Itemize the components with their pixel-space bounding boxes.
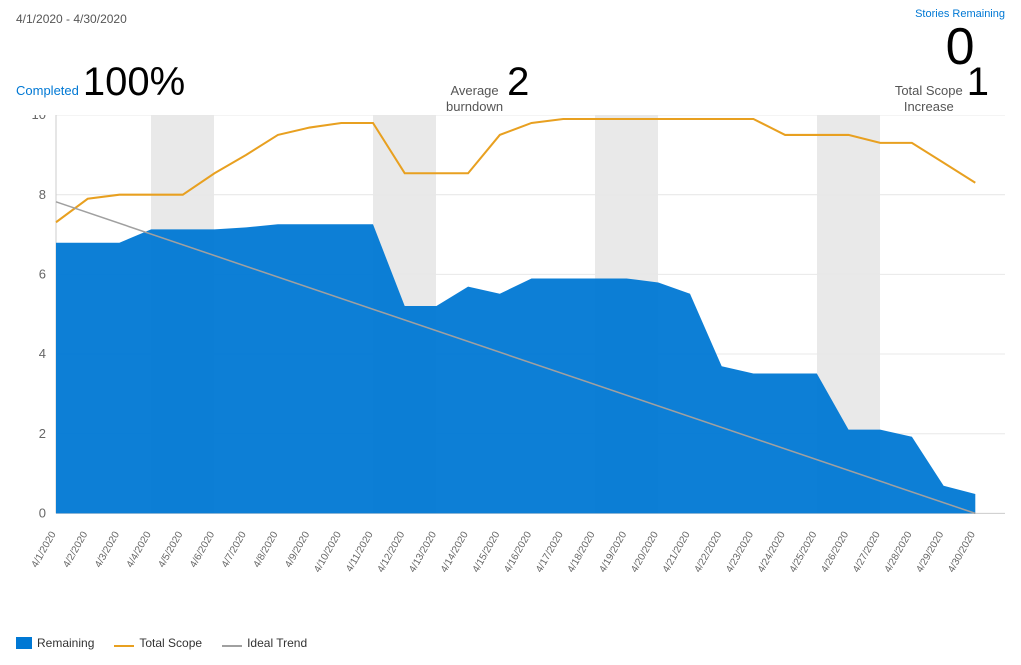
svg-text:4/29/2020: 4/29/2020	[915, 529, 947, 574]
scope-label: Total ScopeIncrease	[895, 83, 963, 114]
svg-text:4/1/2020: 4/1/2020	[30, 529, 59, 569]
svg-text:4/6/2020: 4/6/2020	[188, 529, 217, 569]
svg-text:4/14/2020: 4/14/2020	[439, 529, 471, 574]
svg-text:4/4/2020: 4/4/2020	[125, 529, 154, 569]
total-scope-legend-label: Total Scope	[139, 636, 202, 650]
svg-text:4/11/2020: 4/11/2020	[344, 529, 375, 574]
main-container: 4/1/2020 - 4/30/2020 Stories Remaining 0…	[0, 0, 1021, 665]
svg-text:4/12/2020: 4/12/2020	[376, 529, 408, 574]
scope-value: 1	[967, 60, 989, 105]
svg-text:4/16/2020: 4/16/2020	[502, 529, 534, 574]
svg-text:4/30/2020: 4/30/2020	[946, 529, 978, 574]
y-label-6: 6	[39, 266, 46, 281]
svg-text:4/19/2020: 4/19/2020	[598, 529, 630, 574]
svg-text:4/22/2020: 4/22/2020	[693, 529, 725, 574]
avg-value: 2	[507, 60, 529, 105]
svg-text:4/27/2020: 4/27/2020	[851, 529, 883, 574]
burndown-chart: 0 2 4 6 8 10 4/1/2020 4/2/202	[16, 115, 1005, 590]
svg-text:4/9/2020: 4/9/2020	[283, 529, 312, 569]
ideal-trend-legend-label: Ideal Trend	[247, 636, 307, 650]
total-scope-color-swatch	[114, 645, 134, 647]
svg-text:4/28/2020: 4/28/2020	[883, 529, 915, 574]
svg-text:4/5/2020: 4/5/2020	[157, 529, 186, 569]
metric-completed: Completed 100%	[16, 60, 185, 105]
metric-avg-burndown: Averageburndown 2	[446, 60, 529, 114]
svg-text:4/15/2020: 4/15/2020	[471, 529, 503, 574]
y-label-8: 8	[39, 187, 46, 202]
legend-total-scope: Total Scope	[114, 636, 202, 650]
metric-total-scope: Total ScopeIncrease 1	[895, 60, 989, 114]
svg-text:4/20/2020: 4/20/2020	[629, 529, 661, 574]
y-label-10: 10	[32, 115, 46, 122]
x-axis-labels: 4/1/2020 4/2/2020 4/3/2020 4/4/2020 4/5/…	[30, 529, 978, 574]
y-label-0: 0	[39, 505, 46, 520]
chart-legend: Remaining Total Scope Ideal Trend	[16, 636, 307, 650]
remaining-legend-label: Remaining	[37, 636, 94, 650]
svg-text:4/24/2020: 4/24/2020	[756, 529, 788, 574]
svg-text:4/25/2020: 4/25/2020	[788, 529, 820, 574]
svg-text:4/21/2020: 4/21/2020	[661, 529, 693, 574]
legend-remaining: Remaining	[16, 636, 94, 650]
legend-ideal-trend: Ideal Trend	[222, 636, 307, 650]
svg-text:4/17/2020: 4/17/2020	[534, 529, 566, 574]
y-label-4: 4	[39, 346, 46, 361]
completed-label: Completed	[16, 83, 79, 98]
svg-text:4/8/2020: 4/8/2020	[252, 529, 281, 569]
completed-value: 100%	[83, 60, 185, 105]
metrics-row: Completed 100% Averageburndown 2 Total S…	[16, 60, 1005, 105]
svg-text:4/7/2020: 4/7/2020	[220, 529, 249, 569]
svg-text:4/13/2020: 4/13/2020	[407, 529, 439, 574]
svg-text:4/26/2020: 4/26/2020	[819, 529, 851, 574]
remaining-color-swatch	[16, 637, 32, 649]
svg-text:4/2/2020: 4/2/2020	[61, 529, 90, 569]
ideal-trend-color-swatch	[222, 645, 242, 647]
y-label-2: 2	[39, 426, 46, 441]
svg-text:4/10/2020: 4/10/2020	[312, 529, 344, 574]
svg-text:4/23/2020: 4/23/2020	[724, 529, 756, 574]
chart-area: 0 2 4 6 8 10 4/1/2020 4/2/202	[16, 115, 1005, 590]
avg-label: Averageburndown	[446, 83, 503, 114]
svg-text:4/3/2020: 4/3/2020	[93, 529, 122, 569]
svg-text:4/18/2020: 4/18/2020	[566, 529, 598, 574]
date-range: 4/1/2020 - 4/30/2020	[16, 12, 127, 26]
